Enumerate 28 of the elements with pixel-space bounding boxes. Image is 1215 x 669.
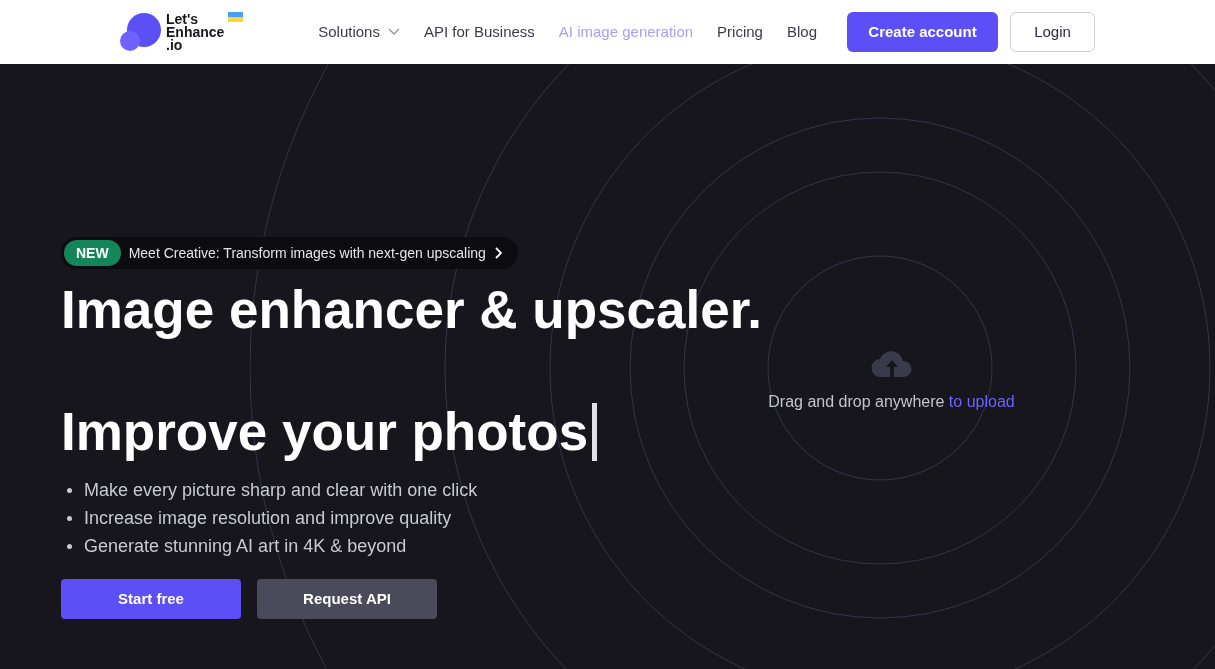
login-button[interactable]: Login bbox=[1010, 12, 1095, 52]
feature-text: Make every picture sharp and clear with one click bbox=[84, 478, 478, 502]
text-cursor bbox=[592, 403, 598, 461]
announcement-banner[interactable]: NEW Meet Creative: Transform images with next-gen upscaling bbox=[61, 237, 518, 269]
chevron-right-icon bbox=[493, 247, 502, 259]
nav-link[interactable]: Solutions bbox=[318, 20, 400, 44]
new-badge: NEW bbox=[64, 240, 121, 266]
logo-icon bbox=[120, 12, 162, 52]
nav-link[interactable]: Blog bbox=[786, 20, 817, 44]
nav-link[interactable]: API for Business bbox=[423, 20, 535, 44]
upload-link[interactable]: to upload bbox=[948, 393, 1015, 410]
hero-subtitle: Improve your photos bbox=[61, 401, 589, 463]
logo-text: Enhance bbox=[166, 25, 225, 39]
nav-link[interactable]: Pricing bbox=[717, 20, 763, 44]
feature-text: Generate stunning AI art in 4K & beyond bbox=[84, 534, 407, 558]
logo[interactable]: Let's Enhance .io bbox=[120, 12, 318, 52]
logo-text: Let's bbox=[166, 12, 199, 26]
upload-hint: Drag and drop anywhere to upload bbox=[768, 392, 1015, 412]
request-api-button[interactable]: Request API bbox=[257, 579, 437, 619]
announcement-text: Meet Creative: Transform images with next-gen upscaling bbox=[128, 243, 486, 263]
cloud-upload-icon bbox=[870, 351, 913, 377]
hero-title: Image enhancer & upscaler. bbox=[61, 279, 763, 341]
start-free-button[interactable]: Start free bbox=[61, 579, 241, 619]
flag-icon bbox=[228, 12, 244, 22]
chevron-down-icon bbox=[387, 28, 400, 36]
feature-text: Increase image resolution and improve quality bbox=[84, 506, 452, 530]
logo-text: .io bbox=[166, 38, 183, 52]
create-account-button[interactable]: Create account bbox=[847, 12, 998, 52]
